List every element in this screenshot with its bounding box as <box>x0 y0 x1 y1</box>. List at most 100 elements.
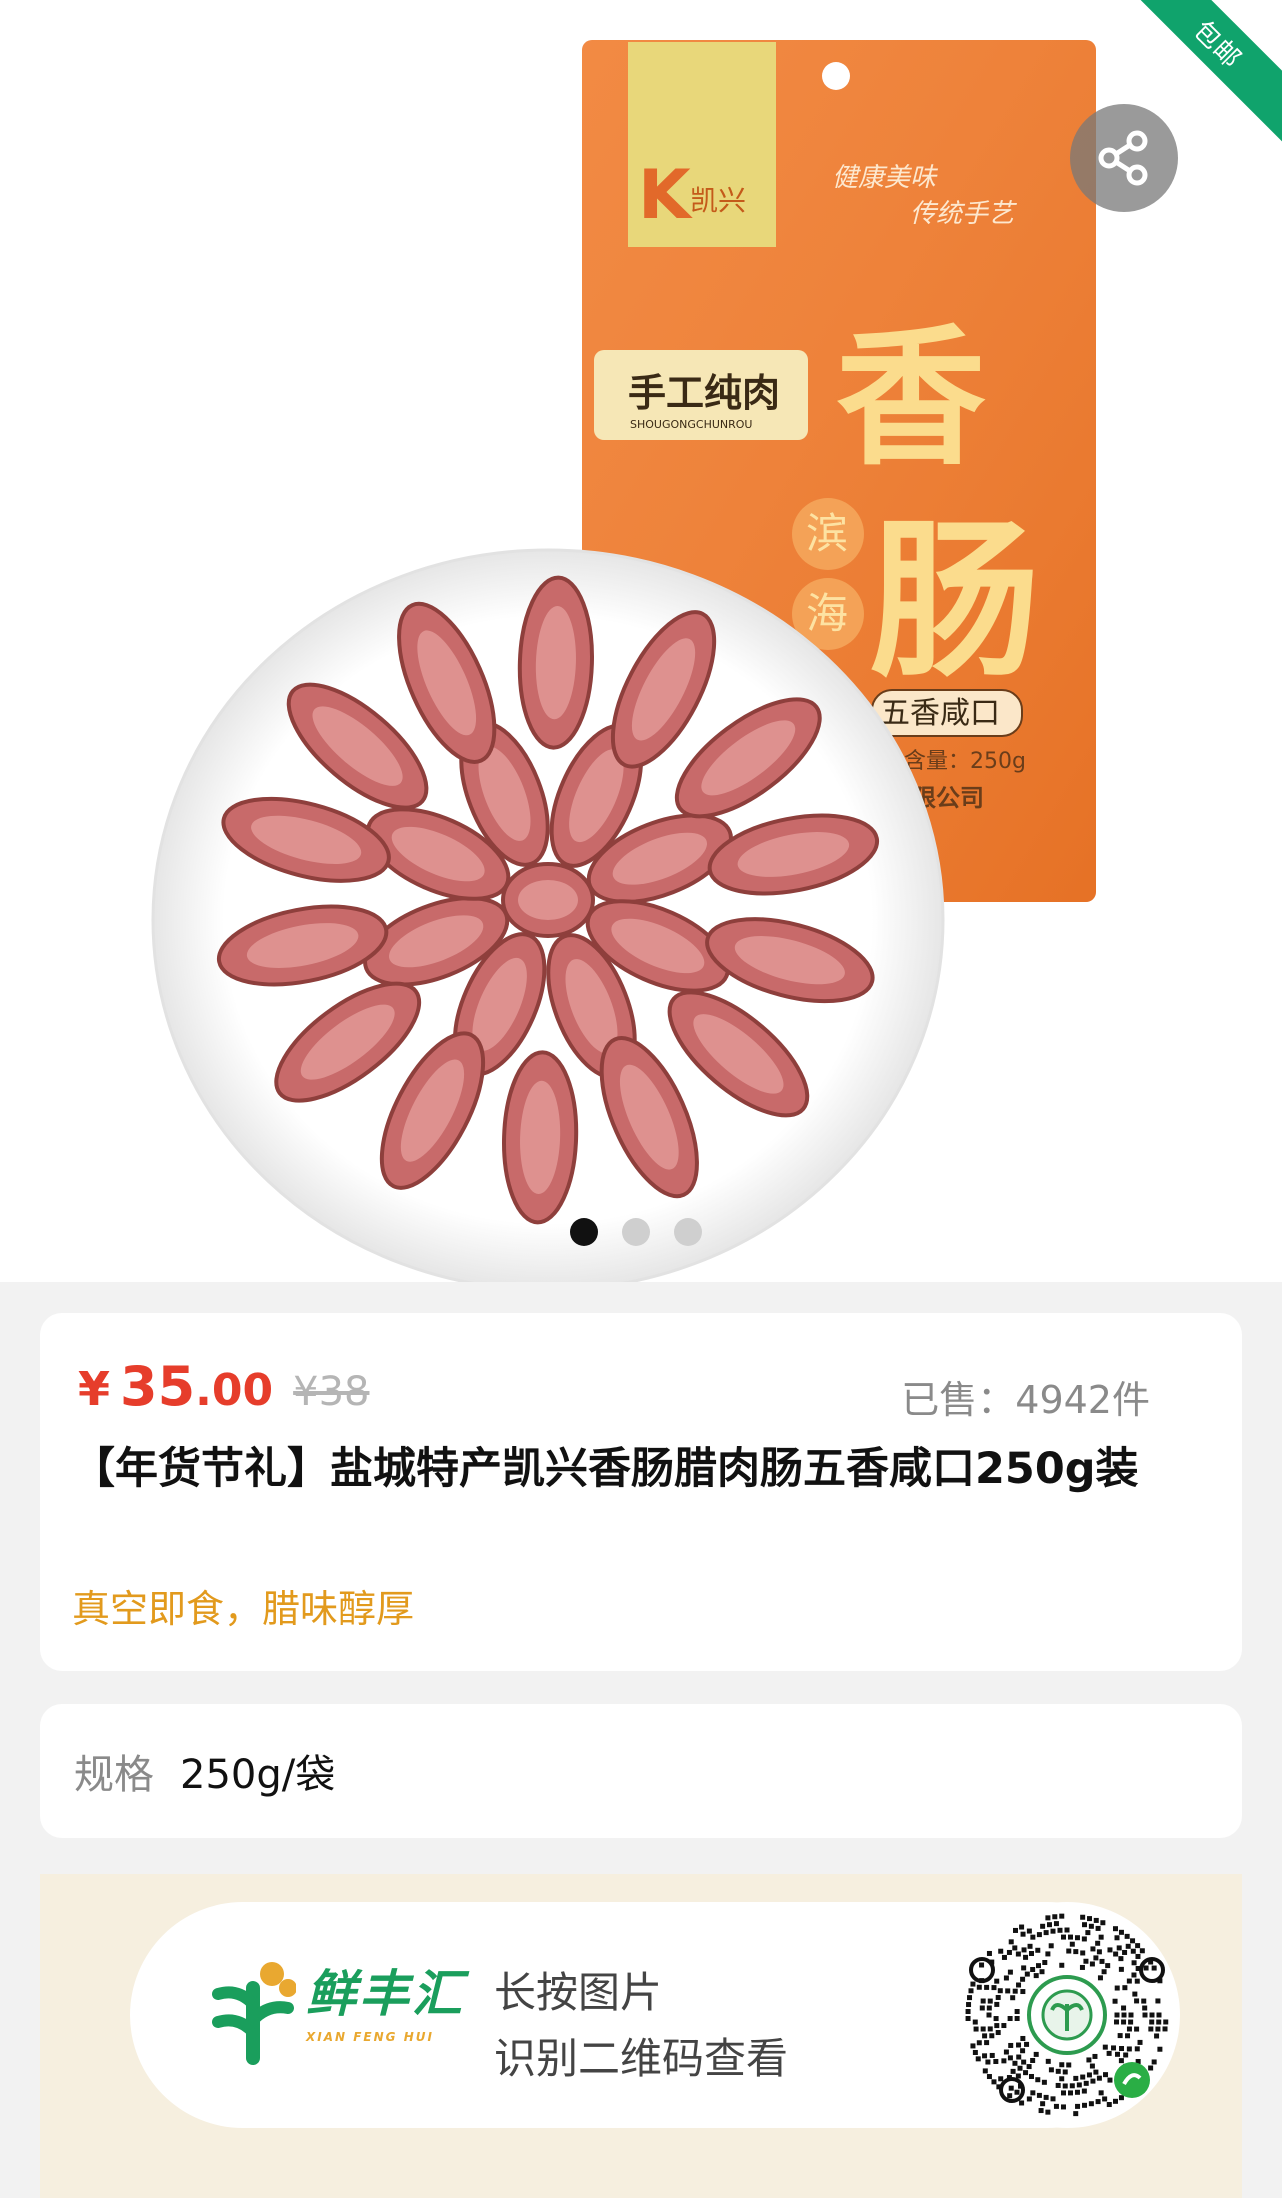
qr-module <box>1118 1966 1124 1972</box>
qr-module <box>1124 1933 1130 1939</box>
qr-module <box>1007 2093 1013 2099</box>
qr-module <box>1073 2075 1079 2081</box>
qr-module <box>995 2030 1001 2036</box>
xianfenghui-logo-icon <box>212 1962 296 2065</box>
qr-module <box>1083 2080 1089 2086</box>
qr-module <box>1043 2094 1049 2100</box>
qr-module <box>987 1998 993 2004</box>
qr-module <box>1117 2033 1123 2039</box>
price-integer: 35 <box>120 1355 196 1418</box>
qr-module <box>1116 1945 1122 1951</box>
qr-module <box>1151 1965 1157 1971</box>
qr-module <box>1134 1998 1140 2004</box>
qr-module <box>1083 1958 1089 1964</box>
qr-module <box>1098 2090 1104 2096</box>
qr-module <box>1137 2039 1143 2045</box>
qr-module <box>1021 1965 1027 1971</box>
qr-module <box>984 2040 990 2046</box>
qr-module <box>1123 2052 1129 2058</box>
qr-module <box>1024 2041 1030 2047</box>
qr-module <box>1036 2092 1042 2098</box>
qr-module <box>994 2023 1000 2029</box>
carousel-dot-2[interactable] <box>622 1218 650 1246</box>
svg-text:海: 海 <box>806 589 848 638</box>
qr-module <box>1095 2099 1101 2105</box>
qr-module <box>1040 1923 1046 1929</box>
carousel-dot-3[interactable] <box>674 1218 702 1246</box>
qr-module <box>980 1998 986 2004</box>
qr-module <box>1066 2062 1072 2068</box>
qr-module <box>1106 2050 1112 2056</box>
qr-module <box>1151 2059 1157 2065</box>
qr-module <box>1126 2046 1132 2052</box>
share-button[interactable] <box>1070 104 1178 212</box>
qr-module <box>1121 2005 1127 2011</box>
qr-module <box>1007 2055 1013 2061</box>
qr-module <box>1132 1991 1138 1997</box>
qr-module <box>1038 2108 1044 2114</box>
qr-module <box>1093 1955 1099 1961</box>
qr-module <box>1043 1930 1049 1936</box>
qr-module <box>1149 2019 1155 2025</box>
qr-module <box>1162 2026 1168 2032</box>
sold-count: 已售：4942件 <box>901 1378 1150 1422</box>
qr-module <box>1012 2060 1018 2066</box>
qr-module <box>1003 1975 1009 1981</box>
qr-module <box>1103 2072 1109 2078</box>
qr-module <box>1015 1951 1021 1957</box>
qr-module <box>1106 2102 1112 2108</box>
qr-module <box>1118 1956 1124 1962</box>
mini-program-promo: 鲜丰汇 XIAN FENG HUI 长按图片 识别二维码查看 <box>40 1874 1242 2198</box>
qr-module <box>1122 1949 1128 1955</box>
product-info-card: ¥ 35 .00 ¥38 已售：4942件 【年货节礼】盐城特产凯兴香肠腊肉肠五… <box>40 1313 1242 1671</box>
mini-program-qr-code[interactable] <box>952 1900 1182 2130</box>
qr-module <box>1012 1945 1018 1951</box>
qr-module <box>1095 1925 1101 1931</box>
qr-module <box>1030 1934 1036 1940</box>
qr-module <box>1114 1985 1120 1991</box>
qr-module <box>1080 1950 1086 1956</box>
qr-module <box>1019 2100 1025 2106</box>
qr-module <box>1131 1960 1137 1966</box>
qr-module <box>1064 1927 1070 1933</box>
qr-module <box>965 2009 971 2015</box>
qr-module <box>1074 2089 1080 2095</box>
qr-module <box>984 1984 990 1990</box>
qr-module <box>1154 2033 1160 2039</box>
svg-text:手工纯肉: 手工纯肉 <box>628 371 780 415</box>
carousel-dot-1[interactable] <box>570 1218 598 1246</box>
qr-module <box>1061 2090 1067 2096</box>
qr-module <box>1082 1922 1088 1928</box>
logo-text: 鲜丰汇 <box>306 1965 465 2023</box>
qr-module <box>1008 1939 1014 1945</box>
qr-module <box>1045 2109 1051 2115</box>
qr-module <box>1082 2102 1088 2108</box>
qr-module <box>979 1962 985 1968</box>
qr-module <box>1143 1965 1149 1971</box>
qr-module <box>1067 2090 1073 2096</box>
qr-module <box>1007 1969 1013 1975</box>
qr-module <box>1066 1948 1072 1954</box>
logo-subtext: XIAN FENG HUI <box>306 2030 434 2044</box>
qr-module <box>972 2019 978 2025</box>
product-image-carousel[interactable]: K 凯兴 健康美味 传统手艺 手工纯肉 SHOUGONGCHUNROU 香 肠 … <box>0 0 1282 1282</box>
qr-module <box>1086 2057 1092 2063</box>
qr-module <box>1080 2074 1086 2080</box>
qr-module <box>989 2033 995 2039</box>
qr-module <box>1019 1924 1025 1930</box>
qr-module <box>976 2040 982 2046</box>
svg-text:凯兴: 凯兴 <box>690 184 746 217</box>
qr-module <box>1006 1949 1012 1955</box>
qr-module <box>982 2053 988 2059</box>
qr-module <box>1141 1998 1147 2004</box>
qr-module <box>1121 2019 1127 2025</box>
qr-module <box>1130 1948 1136 1954</box>
qr-module <box>1119 2046 1125 2052</box>
qr-module <box>1057 1927 1063 1933</box>
qr-module <box>1012 1988 1018 1994</box>
qr-module <box>1090 2078 1096 2084</box>
qr-module <box>1008 2085 1014 2091</box>
svg-text:健康美味: 健康美味 <box>832 163 939 193</box>
spec-selector[interactable]: 规格 250g/袋 <box>40 1704 1242 1838</box>
qr-module <box>1114 2012 1120 2018</box>
